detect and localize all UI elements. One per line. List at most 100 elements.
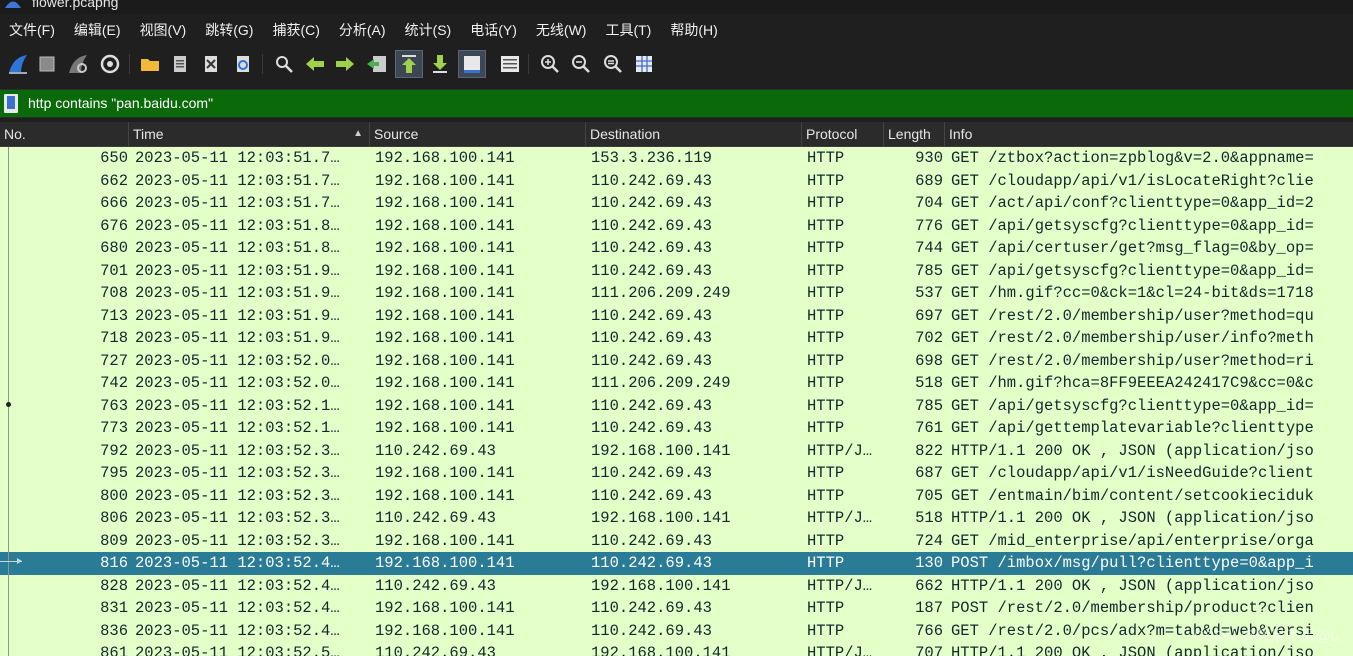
cell-no: 792 bbox=[100, 441, 128, 460]
colorize-button[interactable] bbox=[497, 51, 523, 77]
cell-time: 2023-05-11 12:03:52.4… bbox=[135, 576, 340, 595]
table-row[interactable]: 836 2023-05-11 12:03:52.4… 192.168.100.141… bbox=[0, 619, 1353, 642]
cell-time: 2023-05-11 12:03:51.8… bbox=[135, 239, 340, 257]
start-capture-button[interactable] bbox=[5, 51, 31, 77]
column-header-protocol[interactable]: Protocol bbox=[802, 122, 884, 146]
columns-grid-icon bbox=[636, 56, 652, 72]
table-row[interactable]: 742 2023-05-11 12:03:52.0… 192.168.100.141… bbox=[0, 372, 1353, 395]
open-file-button[interactable] bbox=[137, 51, 163, 77]
table-row[interactable]: 713 2023-05-11 12:03:51.9… 192.168.100.141… bbox=[0, 304, 1353, 327]
cell-proto: HTTP/J… bbox=[807, 576, 873, 595]
normal-size-button[interactable] bbox=[600, 51, 626, 77]
find-packet-button[interactable] bbox=[271, 51, 297, 77]
cell-no: 816 bbox=[100, 554, 128, 572]
restart-capture-button[interactable] bbox=[65, 51, 91, 77]
save-file-button[interactable] bbox=[167, 51, 193, 77]
table-row[interactable]: 727 2023-05-11 12:03:52.0… 192.168.100.141… bbox=[0, 349, 1353, 372]
table-row[interactable]: 718 2023-05-11 12:03:51.9… 192.168.100.141… bbox=[0, 327, 1353, 350]
table-row[interactable]: 680 2023-05-11 12:03:51.8… 192.168.100.141… bbox=[0, 237, 1353, 260]
cell-info: GET /api/getsyscfg?clienttype=0&app_id= bbox=[951, 261, 1314, 280]
go-to-last-packet-button[interactable] bbox=[427, 51, 453, 77]
cell-src: 192.168.100.141 bbox=[375, 329, 515, 347]
cell-len: 187 bbox=[915, 599, 943, 617]
menu-item-1[interactable]: 编辑(E) bbox=[65, 14, 131, 46]
cell-src: 192.168.100.141 bbox=[375, 374, 515, 392]
menu-item-9[interactable]: 工具(T) bbox=[596, 14, 661, 46]
zoom-out-icon bbox=[572, 55, 590, 73]
table-row-selected[interactable]: 816 2023-05-11 12:03:52.4… 192.168.100.141… bbox=[0, 552, 1353, 575]
menu-item-10[interactable]: 帮助(H) bbox=[661, 14, 727, 46]
table-row[interactable]: 650 2023-05-11 12:03:51.7… 192.168.100.141… bbox=[0, 147, 1353, 170]
menu-item-7[interactable]: 电话(Y) bbox=[461, 14, 527, 46]
go-back-button[interactable] bbox=[302, 51, 328, 77]
menu-item-6[interactable]: 统计(S) bbox=[396, 14, 462, 46]
table-row[interactable]: 773 2023-05-11 12:03:52.1… 192.168.100.141… bbox=[0, 417, 1353, 440]
table-row[interactable]: 831 2023-05-11 12:03:52.4… 192.168.100.141… bbox=[0, 597, 1353, 620]
stop-icon bbox=[39, 56, 55, 72]
cell-src: 192.168.100.141 bbox=[375, 194, 515, 212]
cell-no: 795 bbox=[100, 464, 128, 482]
cell-src: 110.242.69.43 bbox=[375, 644, 496, 656]
cell-dst: 192.168.100.141 bbox=[591, 441, 731, 460]
table-row[interactable]: 861 2023-05-11 12:03:52.5… 110.242.69.43 19… bbox=[0, 642, 1353, 656]
table-row[interactable]: 800 2023-05-11 12:03:52.3… 192.168.100.141… bbox=[0, 484, 1353, 507]
menu-item-2[interactable]: 视图(V) bbox=[131, 14, 197, 46]
table-row[interactable]: 662 2023-05-11 12:03:51.7… 192.168.100.141… bbox=[0, 169, 1353, 192]
table-row[interactable]: 828 2023-05-11 12:03:52.4… 110.242.69.43 19… bbox=[0, 574, 1353, 597]
cell-proto: HTTP bbox=[807, 284, 845, 302]
column-header-info[interactable]: Info bbox=[945, 122, 1353, 146]
cell-len: 744 bbox=[915, 239, 943, 257]
go-forward-button[interactable] bbox=[332, 51, 358, 77]
column-header-length[interactable]: Length bbox=[884, 122, 945, 146]
cell-info: GET /cloudapp/api/v1/isLocateRight?clie bbox=[951, 171, 1314, 190]
cell-info: HTTP/1.1 200 OK , JSON (application/jso bbox=[951, 441, 1314, 460]
zoom-out-button[interactable] bbox=[568, 51, 594, 77]
resize-columns-button[interactable] bbox=[631, 51, 657, 77]
cell-src: 192.168.100.141 bbox=[375, 239, 515, 257]
sort-ascending-icon: ▲ bbox=[353, 128, 363, 139]
auto-scroll-button[interactable] bbox=[458, 50, 486, 78]
toolbar-separator bbox=[528, 54, 529, 74]
cell-len: 761 bbox=[915, 419, 943, 437]
menu-item-3[interactable]: 跳转(G) bbox=[196, 14, 263, 46]
cell-src: 192.168.100.141 bbox=[375, 261, 515, 280]
menu-item-8[interactable]: 无线(W) bbox=[527, 14, 597, 46]
column-header-destination[interactable]: Destination bbox=[586, 122, 802, 146]
table-row[interactable]: 795 2023-05-11 12:03:52.3… 192.168.100.141… bbox=[0, 462, 1353, 485]
cell-time: 2023-05-11 12:03:52.3… bbox=[135, 531, 340, 550]
table-row[interactable]: 666 2023-05-11 12:03:51.7… 192.168.100.141… bbox=[0, 192, 1353, 215]
column-header-no[interactable]: No. bbox=[0, 122, 129, 146]
capture-options-button[interactable] bbox=[97, 51, 123, 77]
column-header-source[interactable]: Source bbox=[370, 122, 586, 146]
table-row[interactable]: 806 2023-05-11 12:03:52.3… 110.242.69.43 19… bbox=[0, 507, 1353, 530]
display-filter-input[interactable] bbox=[28, 91, 1328, 116]
display-filter-bar bbox=[0, 89, 1353, 118]
table-row[interactable]: 708 2023-05-11 12:03:51.9… 192.168.100.141… bbox=[0, 282, 1353, 305]
cell-time: 2023-05-11 12:03:52.4… bbox=[135, 621, 340, 640]
cell-no: 713 bbox=[100, 306, 128, 325]
zoom-in-button[interactable] bbox=[537, 51, 563, 77]
column-header-time[interactable]: Time ▲ bbox=[129, 122, 370, 146]
table-row[interactable]: 701 2023-05-11 12:03:51.9… 192.168.100.141… bbox=[0, 259, 1353, 282]
stop-capture-button[interactable] bbox=[34, 51, 60, 77]
table-row[interactable]: 763 2023-05-11 12:03:52.1… 192.168.100.141… bbox=[0, 394, 1353, 417]
menu-item-0[interactable]: 文件(F) bbox=[0, 14, 65, 46]
cell-len: 785 bbox=[915, 261, 943, 280]
go-to-packet-button[interactable] bbox=[364, 51, 390, 77]
table-row[interactable]: 809 2023-05-11 12:03:52.3… 192.168.100.141… bbox=[0, 529, 1353, 552]
column-header-row: No. Time ▲ Source Destination Protocol Le… bbox=[0, 122, 1353, 147]
go-to-first-packet-button[interactable] bbox=[395, 50, 423, 78]
reload-file-button[interactable] bbox=[230, 51, 256, 77]
cell-proto: HTTP bbox=[807, 216, 845, 235]
menu-item-5[interactable]: 分析(A) bbox=[330, 14, 396, 46]
bookmark-icon[interactable] bbox=[4, 94, 18, 113]
cell-src: 192.168.100.141 bbox=[375, 171, 515, 190]
close-file-button[interactable] bbox=[198, 51, 224, 77]
cell-no: 800 bbox=[100, 486, 128, 505]
menu-item-4[interactable]: 捕获(C) bbox=[263, 14, 329, 46]
cell-proto: HTTP bbox=[807, 306, 845, 325]
cell-proto: HTTP/J… bbox=[807, 441, 873, 460]
table-row[interactable]: 676 2023-05-11 12:03:51.8… 192.168.100.141… bbox=[0, 214, 1353, 237]
table-row[interactable]: 792 2023-05-11 12:03:52.3… 110.242.69.43 19… bbox=[0, 439, 1353, 462]
cell-no: 666 bbox=[100, 194, 128, 212]
